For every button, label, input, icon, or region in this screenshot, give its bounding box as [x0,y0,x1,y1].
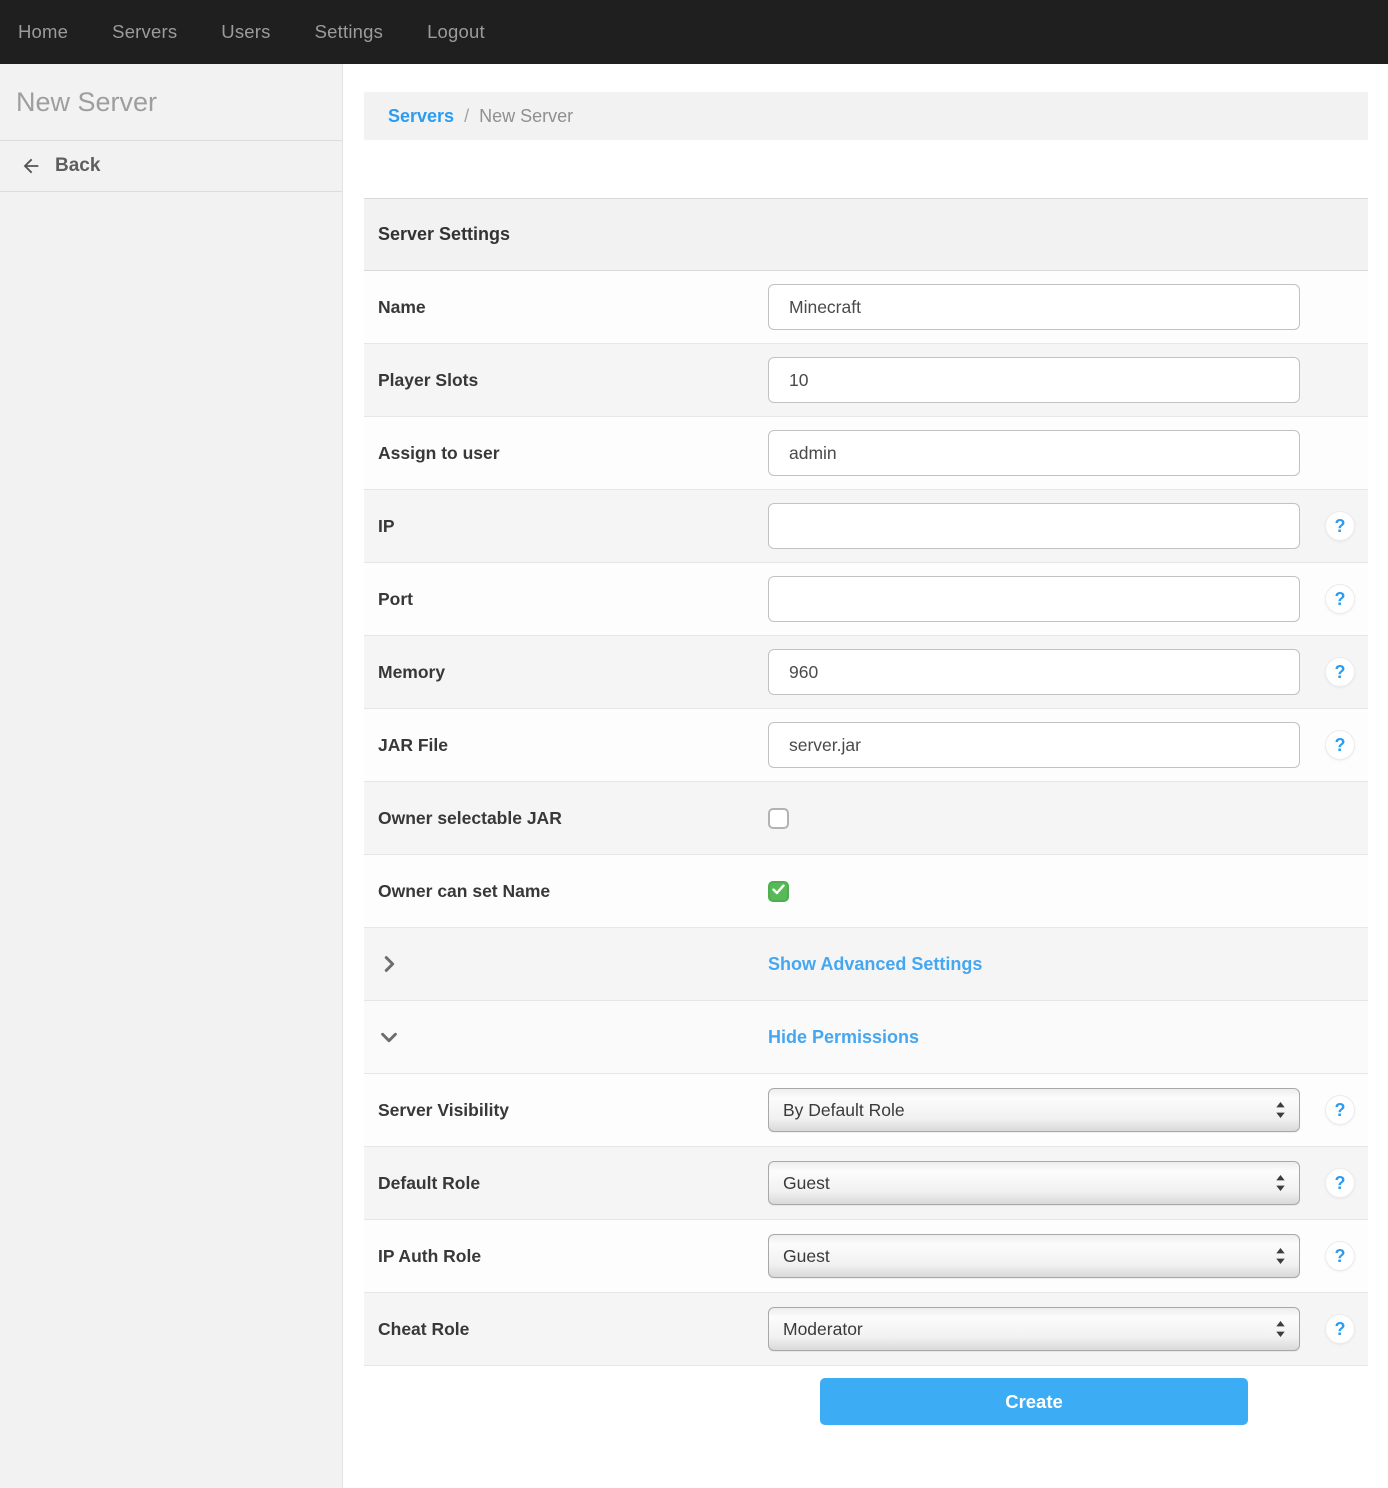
memory-help-icon[interactable]: ? [1326,658,1354,686]
form-row-owner-selectable-jar: Owner selectable JAR [364,782,1368,855]
owner-selectable-jar-checkbox[interactable] [768,808,789,829]
create-button[interactable]: Create [820,1378,1248,1425]
create-row: Create [364,1378,1368,1425]
nav-item-servers[interactable]: Servers [112,21,177,43]
form-row-memory: Memory ? [364,636,1368,709]
default-role-select[interactable]: Guest [768,1161,1300,1205]
form-row-owner-can-set-name: Owner can set Name [364,855,1368,928]
breadcrumb-servers-link[interactable]: Servers [388,106,454,127]
select-stepper-icon [1275,1247,1286,1265]
selected-option: Guest [783,1246,830,1267]
form-row-show-advanced: Show Advanced Settings [364,928,1368,1001]
owner-selectable-jar-label: Owner selectable JAR [378,808,768,829]
back-button[interactable]: Back [0,141,342,192]
ip-auth-role-select[interactable]: Guest [768,1234,1300,1278]
owner-can-set-name-checkbox[interactable] [768,881,789,902]
selected-option: By Default Role [783,1100,905,1121]
select-stepper-icon [1275,1101,1286,1119]
server-visibility-select[interactable]: By Default Role [768,1088,1300,1132]
nav-item-users[interactable]: Users [221,21,270,43]
selected-option: Guest [783,1173,830,1194]
jar-file-help-icon[interactable]: ? [1326,731,1354,759]
hide-permissions-link[interactable]: Hide Permissions [768,1027,919,1048]
nav-item-settings[interactable]: Settings [315,21,383,43]
sidebar: New Server Back [0,64,343,1488]
selected-option: Moderator [783,1319,863,1340]
ip-label: IP [378,516,768,537]
show-advanced-settings-link[interactable]: Show Advanced Settings [768,954,982,975]
memory-input[interactable] [768,649,1300,695]
breadcrumb-separator: / [464,106,469,127]
form-row-cheat-role: Cheat Role Moderator ? [364,1293,1368,1366]
form-row-port: Port ? [364,563,1368,636]
jar-file-input[interactable] [768,722,1300,768]
main-content: Servers / New Server Server Settings Nam… [343,64,1388,1488]
jar-file-label: JAR File [378,735,768,756]
form-row-name: Name [364,271,1368,344]
player-slots-input[interactable] [768,357,1300,403]
owner-can-set-name-label: Owner can set Name [378,881,768,902]
select-stepper-icon [1275,1320,1286,1338]
assign-to-user-label: Assign to user [378,443,768,464]
cheat-role-help-icon[interactable]: ? [1326,1315,1354,1343]
form-row-assign-to-user: Assign to user [364,417,1368,490]
breadcrumb: Servers / New Server [364,92,1368,140]
chevron-right-icon [378,953,768,975]
port-input[interactable] [768,576,1300,622]
server-settings-form: Server Settings Name Player Slots Assign… [364,198,1368,1366]
cheat-role-select[interactable]: Moderator [768,1307,1300,1351]
top-navbar: Home Servers Users Settings Logout [0,0,1388,64]
nav-item-logout[interactable]: Logout [427,21,485,43]
server-visibility-help-icon[interactable]: ? [1326,1096,1354,1124]
ip-auth-role-label: IP Auth Role [378,1246,768,1267]
player-slots-label: Player Slots [378,370,768,391]
page-title: New Server [0,64,342,141]
arrow-left-icon [20,155,42,177]
select-stepper-icon [1275,1174,1286,1192]
checkmark-icon [772,882,785,900]
form-row-ip: IP ? [364,490,1368,563]
form-row-default-role: Default Role Guest ? [364,1147,1368,1220]
name-input[interactable] [768,284,1300,330]
ip-help-icon[interactable]: ? [1326,512,1354,540]
default-role-help-icon[interactable]: ? [1326,1169,1354,1197]
back-label: Back [55,155,100,177]
server-visibility-label: Server Visibility [378,1100,768,1121]
ip-input[interactable] [768,503,1300,549]
chevron-down-icon [378,1026,768,1048]
form-row-player-slots: Player Slots [364,344,1368,417]
port-help-icon[interactable]: ? [1326,585,1354,613]
form-row-hide-permissions: Hide Permissions [364,1001,1368,1074]
form-row-ip-auth-role: IP Auth Role Guest ? [364,1220,1368,1293]
assign-to-user-input[interactable] [768,430,1300,476]
breadcrumb-current: New Server [479,106,573,127]
nav-item-home[interactable]: Home [18,21,68,43]
form-title: Server Settings [378,224,510,245]
form-row-server-visibility: Server Visibility By Default Role ? [364,1074,1368,1147]
form-row-jar-file: JAR File ? [364,709,1368,782]
form-header-row: Server Settings [364,199,1368,271]
port-label: Port [378,589,768,610]
ip-auth-role-help-icon[interactable]: ? [1326,1242,1354,1270]
default-role-label: Default Role [378,1173,768,1194]
cheat-role-label: Cheat Role [378,1319,768,1340]
memory-label: Memory [378,662,768,683]
name-label: Name [378,297,768,318]
